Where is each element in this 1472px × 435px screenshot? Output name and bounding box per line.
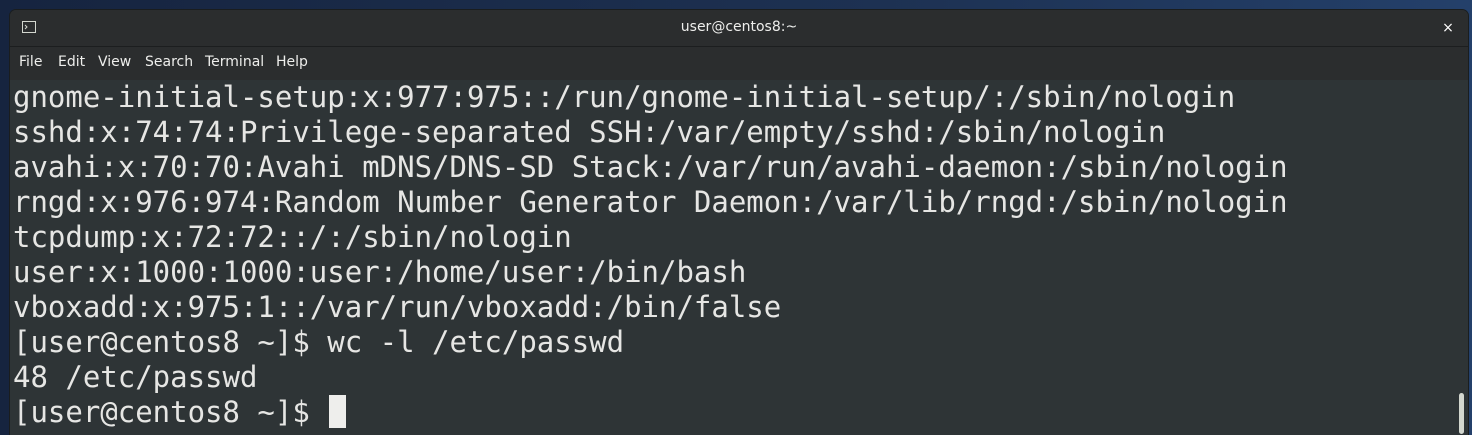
terminal-output[interactable]: gnome-initial-setup:x:977:975::/run/gnom…	[10, 80, 1468, 435]
terminal-line: sshd:x:74:74:Privilege-separated SSH:/va…	[13, 115, 1166, 149]
terminal-line: tcpdump:x:72:72::/:/sbin/nologin	[13, 220, 572, 254]
terminal-lines: gnome-initial-setup:x:977:975::/run/gnom…	[13, 80, 1288, 430]
scrollbar-thumb[interactable]	[1459, 393, 1464, 434]
terminal-line: [user@centos8 ~]$ wc -l /etc/passwd	[13, 325, 625, 359]
text-cursor	[329, 395, 347, 428]
scrollbar[interactable]	[1454, 80, 1468, 435]
shell-prompt: [user@centos8 ~]$	[13, 395, 328, 429]
menu-bar: File Edit View Search Terminal Help	[10, 47, 1468, 80]
menu-view[interactable]: View	[98, 54, 131, 70]
menu-search[interactable]: Search	[145, 54, 193, 70]
terminal-line: user:x:1000:1000:user:/home/user:/bin/ba…	[13, 255, 747, 289]
terminal-line: rngd:x:976:974:Random Number Generator D…	[13, 185, 1288, 219]
terminal-window: user@centos8:~ × File Edit View Search T…	[10, 10, 1468, 435]
menu-terminal[interactable]: Terminal	[205, 54, 264, 70]
terminal-line: 48 /etc/passwd	[13, 360, 258, 394]
menu-edit[interactable]: Edit	[58, 54, 85, 70]
menu-file[interactable]: File	[19, 54, 42, 70]
menu-help[interactable]: Help	[276, 54, 308, 70]
terminal-line: gnome-initial-setup:x:977:975::/run/gnom…	[13, 80, 1236, 114]
window-title: user@centos8:~	[680, 19, 798, 35]
terminal-line: vboxadd:x:975:1::/var/run/vboxadd:/bin/f…	[13, 290, 782, 324]
close-icon[interactable]: ×	[1438, 18, 1458, 38]
title-bar[interactable]: user@centos8:~ ×	[10, 10, 1468, 47]
terminal-line: avahi:x:70:70:Avahi mDNS/DNS-SD Stack:/v…	[13, 150, 1288, 184]
prompt-line[interactable]: [user@centos8 ~]$	[13, 395, 1288, 430]
